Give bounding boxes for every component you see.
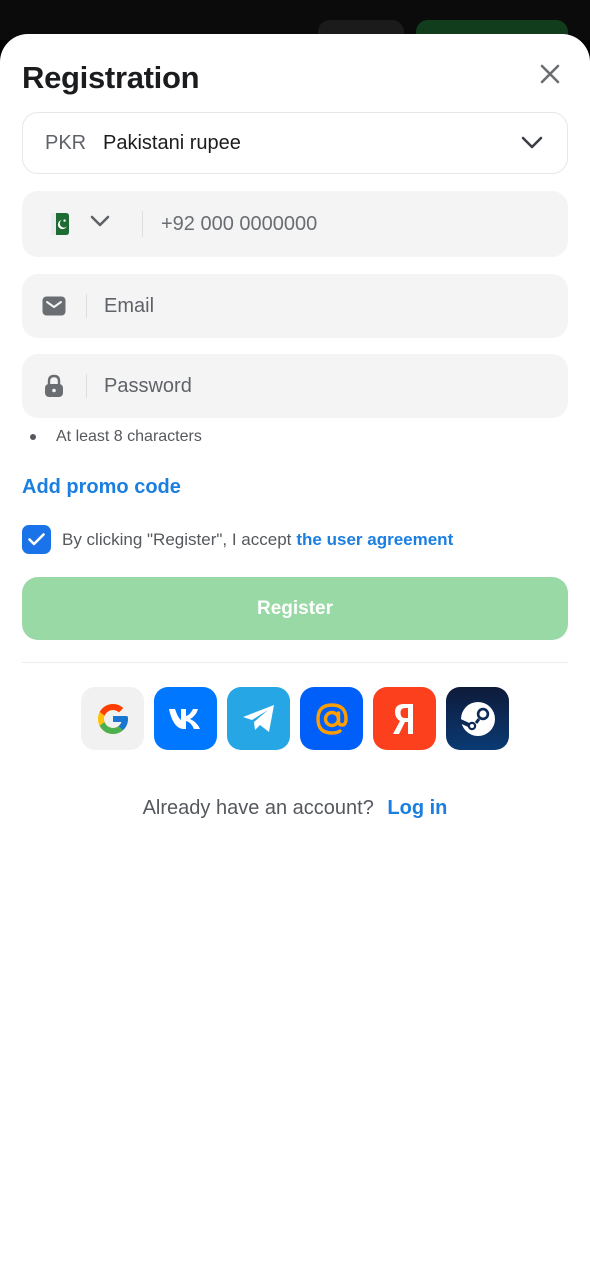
login-prompt: Already have an account? Log in bbox=[0, 797, 590, 820]
vk-login-button[interactable] bbox=[154, 687, 217, 750]
register-button[interactable]: Register bbox=[22, 577, 568, 640]
agreement-row: By clicking "Register", I accept the use… bbox=[22, 525, 453, 554]
password-field bbox=[22, 354, 568, 418]
chevron-down-icon bbox=[519, 130, 545, 156]
vk-icon bbox=[168, 708, 200, 729]
user-agreement-link[interactable]: the user agreement bbox=[296, 530, 453, 550]
password-requirement-text: At least 8 characters bbox=[56, 428, 202, 445]
checkmark-icon bbox=[28, 533, 45, 546]
mail-ru-icon bbox=[315, 702, 348, 735]
currency-name: Pakistani rupee bbox=[103, 131, 241, 154]
pakistan-flag-icon bbox=[51, 213, 69, 235]
currency-select[interactable]: PKR Pakistani rupee bbox=[22, 112, 568, 174]
steam-login-button[interactable] bbox=[446, 687, 509, 750]
envelope-icon bbox=[22, 274, 86, 338]
close-icon bbox=[540, 64, 560, 84]
google-login-button[interactable] bbox=[81, 687, 144, 750]
lock-icon bbox=[22, 354, 86, 418]
password-requirement: At least 8 characters bbox=[30, 428, 202, 446]
currency-code: PKR bbox=[45, 131, 87, 154]
agreement-text: By clicking "Register", I accept bbox=[62, 529, 292, 549]
login-link[interactable]: Log in bbox=[387, 797, 447, 819]
steam-icon bbox=[457, 701, 495, 736]
divider bbox=[22, 662, 568, 663]
login-question: Already have an account? bbox=[142, 797, 374, 819]
chevron-down-icon bbox=[90, 215, 110, 233]
mail-ru-login-button[interactable] bbox=[300, 687, 363, 750]
email-field bbox=[22, 274, 568, 338]
google-icon bbox=[97, 703, 128, 734]
telegram-login-button[interactable] bbox=[227, 687, 290, 750]
password-input[interactable] bbox=[87, 354, 568, 418]
page-title: Registration bbox=[22, 60, 200, 95]
social-login-list bbox=[81, 687, 509, 750]
close-button[interactable] bbox=[534, 58, 566, 90]
yandex-icon bbox=[392, 703, 413, 734]
add-promo-code-link[interactable]: Add promo code bbox=[22, 476, 181, 499]
agreement-checkbox[interactable] bbox=[22, 525, 51, 554]
bullet-icon bbox=[30, 434, 36, 440]
phone-field bbox=[22, 191, 568, 257]
yandex-login-button[interactable] bbox=[373, 687, 436, 750]
telegram-icon bbox=[242, 704, 274, 732]
country-code-select[interactable] bbox=[22, 191, 142, 257]
registration-sheet: Registration PKR Pakistani rupee +92 000… bbox=[0, 34, 590, 1280]
email-input[interactable] bbox=[87, 274, 568, 338]
phone-input[interactable] bbox=[143, 191, 568, 257]
